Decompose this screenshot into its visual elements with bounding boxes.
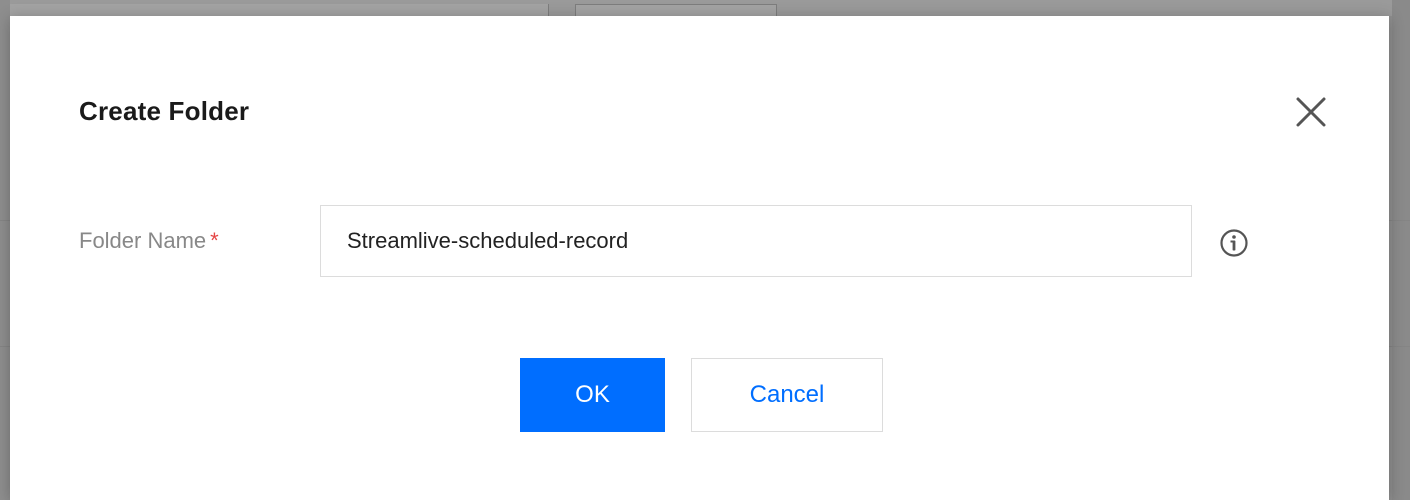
close-icon bbox=[1296, 97, 1326, 127]
ok-button[interactable]: OK bbox=[520, 358, 665, 432]
background-edge bbox=[1392, 0, 1410, 500]
close-button[interactable] bbox=[1293, 94, 1329, 130]
folder-name-input[interactable] bbox=[320, 205, 1192, 277]
background-edge bbox=[0, 0, 10, 500]
background-field bbox=[0, 4, 549, 16]
cancel-button[interactable]: Cancel bbox=[691, 358, 883, 432]
folder-name-label: Folder Name * bbox=[79, 228, 219, 254]
info-icon[interactable] bbox=[1218, 227, 1250, 259]
folder-name-label-text: Folder Name bbox=[79, 228, 207, 253]
create-folder-dialog: Create Folder Folder Name* OK Cancel bbox=[10, 16, 1389, 500]
dialog-title: Create Folder bbox=[79, 96, 250, 126]
required-marker: * bbox=[210, 228, 219, 253]
